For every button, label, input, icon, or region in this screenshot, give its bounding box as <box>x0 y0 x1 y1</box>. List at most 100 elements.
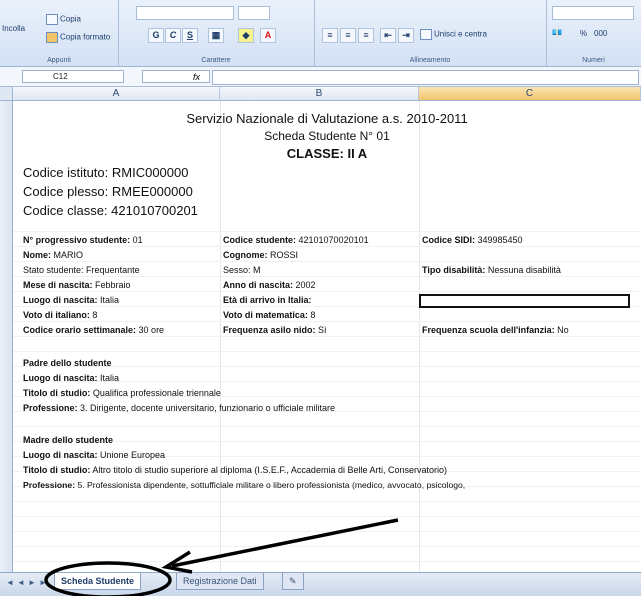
increase-indent-button[interactable]: ⇥ <box>398 28 414 43</box>
father-study: Titolo di studio: Qualifica professional… <box>23 388 221 398</box>
student-field: N° progressivo studente: 01 <box>23 235 143 245</box>
grid-line <box>13 516 641 517</box>
fx-icon[interactable]: fx <box>142 70 210 83</box>
align-left-button[interactable]: ≡ <box>322 28 338 43</box>
number-group-label: Numeri <box>582 57 605 64</box>
grid-line <box>13 336 641 337</box>
font-name-dropdown[interactable] <box>136 6 234 20</box>
italic-button[interactable]: C <box>165 28 181 43</box>
grid-line <box>13 546 641 547</box>
student-field: Mese di nascita: Febbraio <box>23 280 131 290</box>
student-field: Frequenza asilo nido: Sì <box>223 325 327 335</box>
font-color-icon: A <box>264 30 272 40</box>
select-all-corner[interactable] <box>0 87 13 101</box>
student-field: Codice SIDI: 349985450 <box>422 235 523 245</box>
formula-bar: C12 fx <box>0 67 641 87</box>
grid-line <box>13 291 641 292</box>
alignment-group-label: Allineamento <box>409 57 451 64</box>
mother-heading: Madre dello studente <box>23 435 114 445</box>
student-field: Sesso: M <box>223 265 261 275</box>
align-left-icon: ≡ <box>327 30 333 40</box>
align-right-icon: ≡ <box>363 30 369 40</box>
indent-left-icon: ⇤ <box>384 30 392 40</box>
worksheet-grid[interactable]: Servizio Nazionale di Valutazione a.s. 2… <box>13 101 641 572</box>
paste-button[interactable]: Incolla <box>2 24 25 33</box>
font-group: G C S ▦ ◆ A Carattere <box>118 0 315 66</box>
excel-window: Incolla Copia Copia formato Appunti G C … <box>0 0 641 596</box>
grid-line <box>13 561 641 562</box>
align-right-button[interactable]: ≡ <box>358 28 374 43</box>
number-format-dropdown[interactable] <box>552 6 634 20</box>
brush-icon <box>46 32 58 43</box>
father-birthplace: Luogo di nascita: Italia <box>23 373 120 383</box>
align-center-icon: ≡ <box>345 30 351 40</box>
codice-plesso: Codice plesso: RMEE000000 <box>23 184 193 199</box>
tab-registrazione-dati[interactable]: Registrazione Dati <box>176 573 264 590</box>
student-field: Voto di matematica: 8 <box>223 310 316 320</box>
prev-sheet-icon[interactable]: ◄ <box>17 578 25 587</box>
name-box[interactable]: C12 <box>22 70 124 83</box>
tab-scheda-studente[interactable]: Scheda Studente <box>54 573 142 590</box>
clipboard-group-label: Appunti <box>47 57 71 64</box>
row-headers <box>0 101 13 572</box>
student-field: Età di arrivo in Italia: <box>223 295 312 305</box>
tab-new-sheet[interactable]: ✎ <box>282 573 304 590</box>
column-header-b[interactable]: B <box>220 87 419 101</box>
formula-input[interactable] <box>212 70 639 85</box>
merge-icon <box>420 29 432 40</box>
underline-button[interactable]: S <box>182 28 198 43</box>
sheet-subtitle: Scheda Studente N° 01 <box>264 129 390 143</box>
decrease-indent-button[interactable]: ⇤ <box>380 28 396 43</box>
grid-line <box>13 426 641 427</box>
alignment-group: ≡ ≡ ≡ ⇤ ⇥ Unisci e centra Allineamento <box>314 0 547 66</box>
indent-right-icon: ⇥ <box>402 30 410 40</box>
currency-button[interactable]: 💶 <box>552 28 562 37</box>
last-sheet-icon[interactable]: ► <box>39 578 47 587</box>
format-painter-button[interactable]: Copia formato <box>46 32 110 43</box>
student-field: Voto di italiano: 8 <box>23 310 98 320</box>
grid-line <box>13 321 641 322</box>
grid-line <box>13 261 641 262</box>
copy-icon <box>46 14 58 25</box>
student-field: Anno di nascita: 2002 <box>223 280 316 290</box>
font-color-button[interactable]: A <box>260 28 276 43</box>
font-size-dropdown[interactable] <box>238 6 270 20</box>
first-sheet-icon[interactable]: ◄ <box>6 578 14 587</box>
class-label: CLASSE: II A <box>286 146 368 161</box>
grid-line <box>13 246 641 247</box>
student-field: Cognome: ROSSI <box>223 250 299 260</box>
grid-line <box>13 531 641 532</box>
student-field: Nome: MARIO <box>23 250 84 260</box>
grid-line <box>13 231 641 232</box>
codice-istituto: Codice istituto: RMIC000000 <box>23 165 189 180</box>
student-field: Codice orario settimanale: 30 ore <box>23 325 165 335</box>
clipboard-group: Incolla Copia Copia formato Appunti <box>0 0 119 66</box>
ribbon: Incolla Copia Copia formato Appunti G C … <box>0 0 641 67</box>
currency-icon: 💶 <box>552 28 562 37</box>
merge-center-button[interactable]: Unisci e centra <box>420 29 487 40</box>
align-center-button[interactable]: ≡ <box>340 28 356 43</box>
active-cell-c12[interactable] <box>419 294 630 308</box>
sheet-title: Servizio Nazionale di Valutazione a.s. 2… <box>186 111 468 126</box>
thousands-button[interactable]: 000 <box>594 29 607 38</box>
grid-line <box>13 501 641 502</box>
father-heading: Padre dello studente <box>23 358 112 368</box>
borders-button[interactable]: ▦ <box>208 28 224 43</box>
number-group: 💶 % 000 Numeri <box>546 0 641 66</box>
bold-button[interactable]: G <box>148 28 164 43</box>
column-header-c[interactable]: C <box>419 87 641 101</box>
student-field: Codice studente: 42101070020101 <box>223 235 369 245</box>
mother-birthplace: Luogo di nascita: Unione Europea <box>23 450 166 460</box>
column-header-a[interactable]: A <box>13 87 220 101</box>
percent-button[interactable]: % <box>580 29 587 38</box>
next-sheet-icon[interactable]: ► <box>28 578 36 587</box>
student-field: Luogo di nascita: Italia <box>23 295 120 305</box>
new-sheet-icon: ✎ <box>289 576 297 586</box>
copy-button[interactable]: Copia <box>46 14 81 25</box>
grid-line <box>13 276 641 277</box>
codice-classe: Codice classe: 421010700201 <box>23 203 198 218</box>
mother-study: Titolo di studio: Altro titolo di studio… <box>23 465 447 475</box>
fill-color-button[interactable]: ◆ <box>238 28 254 43</box>
student-field: Stato studente: Frequentante <box>23 265 140 275</box>
fill-icon: ◆ <box>242 30 250 40</box>
